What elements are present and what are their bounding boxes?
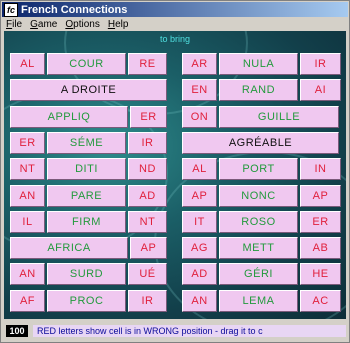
word-tile[interactable]: EN bbox=[182, 79, 217, 102]
word-tile[interactable]: AL bbox=[10, 53, 45, 75]
word-tile[interactable]: GÉRI bbox=[219, 263, 298, 286]
word-tile[interactable]: IR bbox=[128, 131, 167, 154]
word-tile[interactable]: AP bbox=[130, 237, 167, 260]
menu-options[interactable]: Options bbox=[61, 19, 103, 30]
word-tile[interactable]: NT bbox=[10, 158, 45, 181]
menu-file-rest: ile bbox=[12, 18, 23, 30]
word-tile[interactable]: AN bbox=[10, 184, 45, 207]
clue-hint: to bring bbox=[159, 34, 191, 44]
word-tile[interactable]: IR bbox=[128, 289, 167, 312]
menu-options-rest: ptions bbox=[73, 18, 100, 30]
game-window: fc French Connections File Game Options … bbox=[0, 0, 350, 343]
word-tile[interactable]: PARE bbox=[47, 184, 126, 207]
word-tile[interactable]: COUR bbox=[47, 53, 126, 75]
word-tile[interactable]: AF bbox=[10, 289, 45, 312]
word-tile[interactable]: AL bbox=[182, 158, 217, 181]
word-tile[interactable]: A DROITE bbox=[10, 79, 167, 102]
game-board: to bring AL COUR RE A DROITE APPLIQ ER ER SÉME I… bbox=[4, 31, 346, 319]
word-tile[interactable]: PROC bbox=[47, 289, 126, 312]
word-tile[interactable]: RAND bbox=[219, 79, 298, 102]
word-tile[interactable]: IT bbox=[182, 210, 217, 233]
word-tile[interactable]: AP bbox=[182, 184, 217, 207]
menu-help-accel: H bbox=[107, 18, 116, 30]
word-tile[interactable]: AN bbox=[182, 289, 217, 312]
word-tile[interactable]: RE bbox=[128, 53, 167, 75]
menu-game-accel: G bbox=[30, 18, 38, 30]
word-tile[interactable]: ON bbox=[182, 105, 217, 128]
status-bar: 100 RED letters show cell is in WRONG po… bbox=[4, 323, 346, 339]
word-tile[interactable]: AB bbox=[300, 237, 341, 260]
word-tile[interactable]: SÉME bbox=[47, 131, 126, 154]
menu-options-accel: O bbox=[65, 18, 74, 30]
word-tile[interactable]: PORT bbox=[219, 158, 298, 181]
word-tile[interactable]: DITI bbox=[47, 158, 126, 181]
word-tile[interactable]: AFRICA bbox=[10, 237, 128, 260]
word-tile[interactable]: METT bbox=[219, 237, 298, 260]
word-tile[interactable]: ER bbox=[10, 131, 45, 154]
word-tile[interactable]: HE bbox=[300, 263, 341, 286]
status-message: RED letters show cell is in WRONG positi… bbox=[33, 325, 346, 337]
title-bar[interactable]: fc French Connections bbox=[2, 2, 348, 17]
word-tile[interactable]: NONC bbox=[219, 184, 298, 207]
word-tile[interactable]: AD bbox=[182, 263, 217, 286]
menu-help[interactable]: Help bbox=[104, 19, 133, 30]
menu-file[interactable]: File bbox=[2, 19, 26, 30]
word-tile[interactable]: SURD bbox=[47, 263, 126, 286]
app-icon: fc bbox=[4, 2, 18, 17]
word-tile[interactable]: AI bbox=[300, 79, 341, 102]
word-tile[interactable]: GUILLE bbox=[219, 105, 339, 128]
word-tile[interactable]: AD bbox=[128, 184, 167, 207]
word-tile[interactable]: NT bbox=[128, 210, 167, 233]
word-tile[interactable]: FIRM bbox=[47, 210, 126, 233]
word-tile[interactable]: ER bbox=[300, 210, 341, 233]
word-tile[interactable]: ND bbox=[128, 158, 167, 181]
word-tile[interactable]: AP bbox=[300, 184, 341, 207]
score-counter: 100 bbox=[6, 325, 28, 337]
word-tile[interactable]: AGRÉABLE bbox=[182, 131, 339, 154]
word-tile[interactable]: APPLIQ bbox=[10, 105, 128, 128]
word-tile[interactable]: IR bbox=[300, 53, 341, 75]
word-tile[interactable]: ER bbox=[130, 105, 167, 128]
word-tile[interactable]: AC bbox=[300, 289, 341, 312]
menu-help-rest: elp bbox=[115, 18, 129, 30]
menu-game[interactable]: Game bbox=[26, 19, 61, 30]
word-tile[interactable]: AG bbox=[182, 237, 217, 260]
word-tile[interactable]: UÉ bbox=[128, 263, 167, 286]
menu-bar: File Game Options Help bbox=[2, 17, 348, 31]
word-tile[interactable]: IL bbox=[10, 210, 45, 233]
word-tile[interactable]: IN bbox=[300, 158, 341, 181]
word-tile[interactable]: ROSO bbox=[219, 210, 298, 233]
word-tile[interactable]: LEMA bbox=[219, 289, 298, 312]
window-title: French Connections bbox=[21, 3, 128, 16]
word-tile[interactable]: AN bbox=[10, 263, 45, 286]
word-tile[interactable]: AR bbox=[182, 53, 217, 75]
word-tile[interactable]: NULA bbox=[219, 53, 298, 75]
menu-game-rest: ame bbox=[37, 18, 58, 30]
